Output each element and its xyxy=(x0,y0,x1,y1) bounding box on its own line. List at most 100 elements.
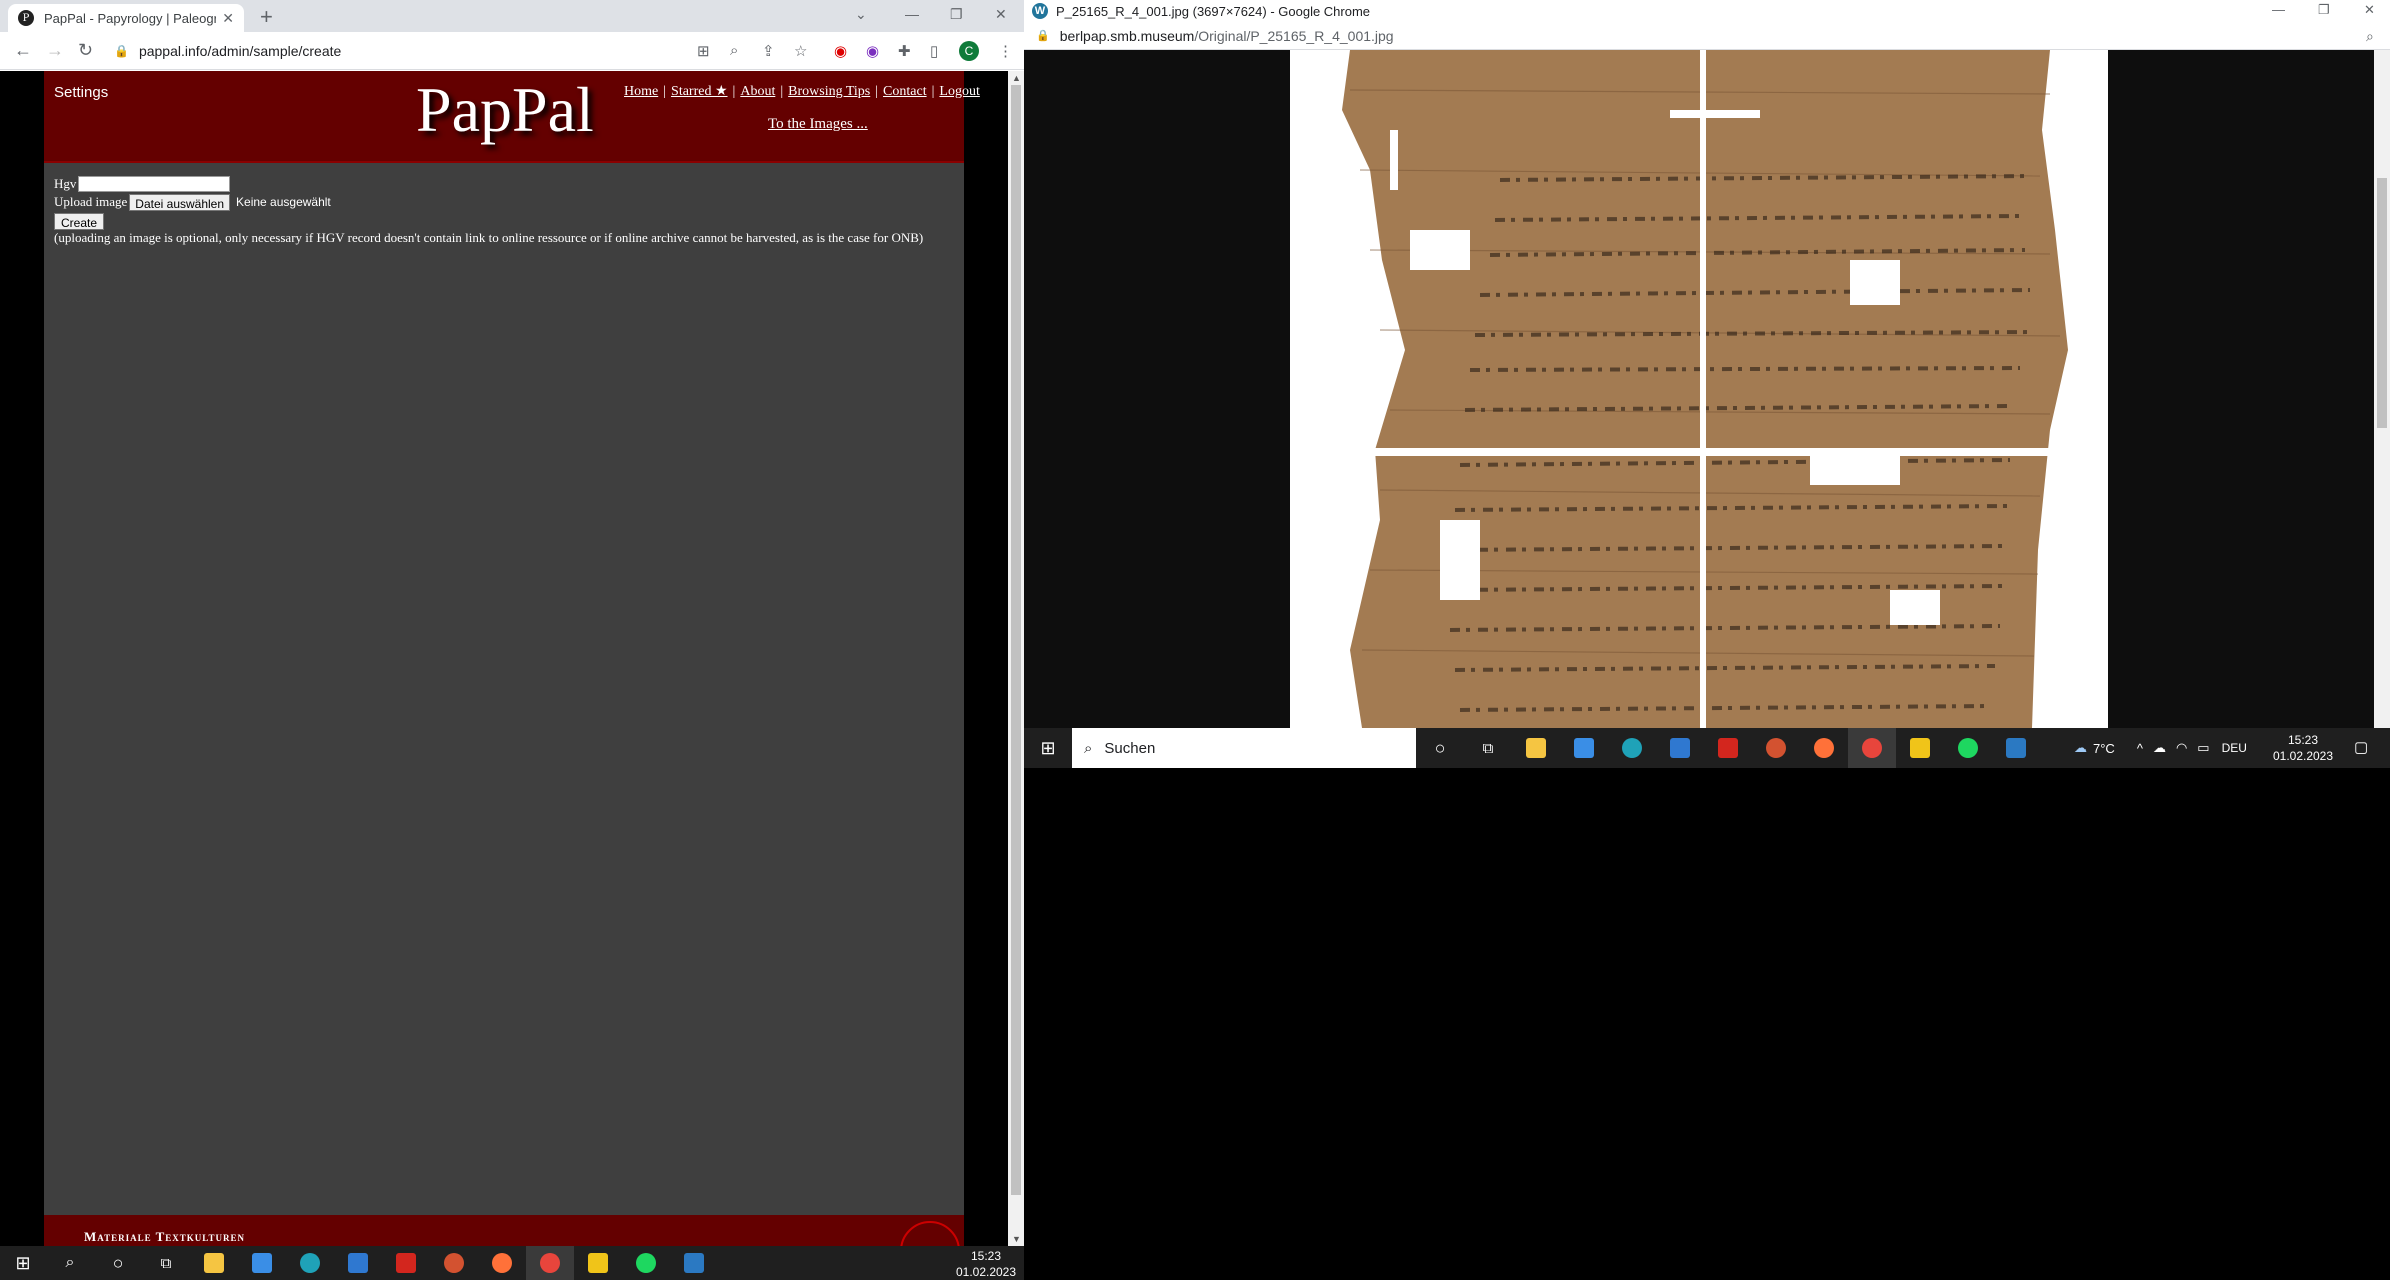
firefox-icon[interactable] xyxy=(1800,728,1848,768)
site-header: Settings PapPal Home | Starred ★ | About | Bro… xyxy=(44,71,980,163)
create-button[interactable]: Create xyxy=(54,212,105,230)
reload-icon[interactable]: ↻ xyxy=(78,40,93,61)
zoom-icon[interactable]: ⌕ xyxy=(730,42,738,59)
no-file-text: Keine ausgewählt xyxy=(236,195,331,209)
right-browser-window: W P_25165_R_4_001.jpg (3697×7624) - Goog… xyxy=(1024,0,2390,768)
bookmark-star-icon[interactable]: ☆ xyxy=(794,42,807,60)
restore-icon[interactable]: ❐ xyxy=(2318,2,2330,18)
notes-icon[interactable] xyxy=(574,1246,622,1280)
wifi-icon[interactable]: ◠ xyxy=(2176,740,2187,756)
scroll-thumb[interactable] xyxy=(2377,178,2387,428)
hgv-input[interactable] xyxy=(78,176,231,192)
firefox-icon[interactable] xyxy=(478,1246,526,1280)
extension-purple-icon[interactable]: ◉ xyxy=(866,42,879,60)
tray-chevron-icon[interactable]: ^ xyxy=(2137,741,2143,756)
pappal-site: Settings PapPal Home | Starred ★ | About | Bro… xyxy=(44,71,980,1280)
start-icon[interactable]: ⊞ xyxy=(0,1246,46,1280)
right-scrollbar[interactable] xyxy=(2374,50,2390,728)
acrobat-icon[interactable] xyxy=(1704,728,1752,768)
photos-icon[interactable] xyxy=(1992,728,2040,768)
mail-icon[interactable] xyxy=(334,1246,382,1280)
settings-link[interactable]: Settings xyxy=(54,84,108,101)
clock-left[interactable]: 15:23 01.02.2023 xyxy=(952,1248,1020,1280)
lock-icon: 🔒 xyxy=(114,44,129,58)
task-view-icon[interactable]: ⧉ xyxy=(1464,728,1512,768)
menu-kebab-icon[interactable]: ⋮ xyxy=(998,42,1013,60)
papyrus-image[interactable] xyxy=(1290,50,2108,728)
search-icon: ⌕ xyxy=(1084,739,1093,757)
store-icon[interactable] xyxy=(1560,728,1608,768)
translate-icon[interactable]: ⊞ xyxy=(697,42,710,60)
tab-search-icon[interactable]: ⌄ xyxy=(855,6,867,23)
restore-icon[interactable]: ❐ xyxy=(950,6,963,23)
upload-label: Upload image xyxy=(54,194,128,209)
close-tab-icon[interactable]: ✕ xyxy=(222,10,234,27)
minimize-icon[interactable]: — xyxy=(2272,2,2285,17)
file-explorer-icon[interactable] xyxy=(190,1246,238,1280)
taskbar-left: ⊞ ⌕ ○ ⧉ 15:23 01.02.2023 xyxy=(0,1246,1024,1280)
footer-text: Materiale Textkulturen xyxy=(84,1229,245,1244)
favicon: P xyxy=(18,10,34,26)
scroll-down-icon[interactable]: ▼ xyxy=(1012,1234,1021,1244)
task-view-icon[interactable]: ⧉ xyxy=(142,1246,190,1280)
file-explorer-icon[interactable] xyxy=(1512,728,1560,768)
side-panel-icon[interactable]: ▯ xyxy=(930,42,938,60)
chrome-icon[interactable] xyxy=(526,1246,574,1280)
share-icon[interactable]: ⇪ xyxy=(762,42,775,60)
edge-icon[interactable] xyxy=(1608,728,1656,768)
address-bar[interactable]: 🔒 pappal.info/admin/sample/create xyxy=(114,37,664,65)
notifications-icon[interactable]: ▢ xyxy=(2354,738,2368,756)
url-host: berlpap.smb.museum xyxy=(1059,27,1195,44)
scroll-up-icon[interactable]: ▲ xyxy=(1012,73,1021,83)
profile-avatar[interactable]: C xyxy=(959,41,979,61)
input-language[interactable]: DEU xyxy=(2222,741,2247,755)
acrobat-icon[interactable] xyxy=(382,1246,430,1280)
tab-pappal[interactable]: P PapPal - Papyrology | Paleograph ✕ xyxy=(8,4,244,32)
powerpoint-icon[interactable] xyxy=(1752,728,1800,768)
edge-icon[interactable] xyxy=(286,1246,334,1280)
zoom-icon[interactable]: ⌕ xyxy=(2366,28,2374,45)
right-title-bar: W P_25165_R_4_001.jpg (3697×7624) - Goog… xyxy=(1024,0,2390,22)
taskbar-search-box[interactable]: ⌕ Suchen xyxy=(1072,728,1416,768)
extensions-puzzle-icon[interactable]: ✚ xyxy=(898,42,911,60)
right-address-bar[interactable]: 🔒 berlpap.smb.museum/Original/P_25165_R_… xyxy=(1024,22,2390,50)
close-window-icon[interactable]: ✕ xyxy=(2364,2,2375,18)
nav-about[interactable]: About xyxy=(740,84,775,99)
nav-starred[interactable]: Starred ★ xyxy=(671,84,727,99)
clock-date: 01.02.2023 xyxy=(955,1265,1017,1279)
tab-title: PapPal - Papyrology | Paleograph xyxy=(44,10,217,26)
minimize-icon[interactable]: — xyxy=(905,6,919,22)
site-nav: Home | Starred ★ | About | Browsing Tips | Conta… xyxy=(624,84,980,99)
spotify-icon[interactable] xyxy=(622,1246,670,1280)
photos-icon[interactable] xyxy=(670,1246,718,1280)
scroll-thumb[interactable] xyxy=(1011,85,1021,1195)
forward-icon[interactable]: → xyxy=(46,40,64,61)
spotify-icon[interactable] xyxy=(1944,728,1992,768)
image-viewer xyxy=(1024,50,2374,728)
site-logo[interactable]: PapPal xyxy=(416,73,594,147)
weather-temp[interactable]: 7°C xyxy=(2093,741,2115,756)
nav-logout[interactable]: Logout xyxy=(939,84,979,99)
cortana-icon[interactable]: ○ xyxy=(94,1246,142,1280)
choose-file-button[interactable]: Datei auswählen xyxy=(129,193,231,211)
start-icon[interactable]: ⊞ xyxy=(1024,728,1072,768)
store-icon[interactable] xyxy=(238,1246,286,1280)
nav-home[interactable]: Home xyxy=(624,84,658,99)
back-icon[interactable]: ← xyxy=(14,40,32,61)
chrome-icon[interactable] xyxy=(1848,728,1896,768)
new-tab-icon[interactable]: + xyxy=(260,4,273,30)
left-scrollbar[interactable]: ▲ ▼ xyxy=(1008,71,1024,1246)
nav-contact[interactable]: Contact xyxy=(883,84,927,99)
cortana-icon[interactable]: ○ xyxy=(1416,728,1464,768)
battery-icon[interactable]: ▭ xyxy=(2197,740,2209,756)
to-images-link[interactable]: To the Images ... xyxy=(768,116,868,133)
powerpoint-icon[interactable] xyxy=(430,1246,478,1280)
notes-icon[interactable] xyxy=(1896,728,1944,768)
extension-red-icon[interactable]: ◉ xyxy=(834,42,847,60)
clock-right[interactable]: 15:23 01.02.2023 xyxy=(2268,732,2338,764)
close-window-icon[interactable]: ✕ xyxy=(995,6,1007,23)
nav-browsing-tips[interactable]: Browsing Tips xyxy=(788,84,870,99)
onedrive-icon[interactable]: ☁ xyxy=(2153,740,2166,756)
mail-icon[interactable] xyxy=(1656,728,1704,768)
search-icon[interactable]: ⌕ xyxy=(46,1246,94,1280)
